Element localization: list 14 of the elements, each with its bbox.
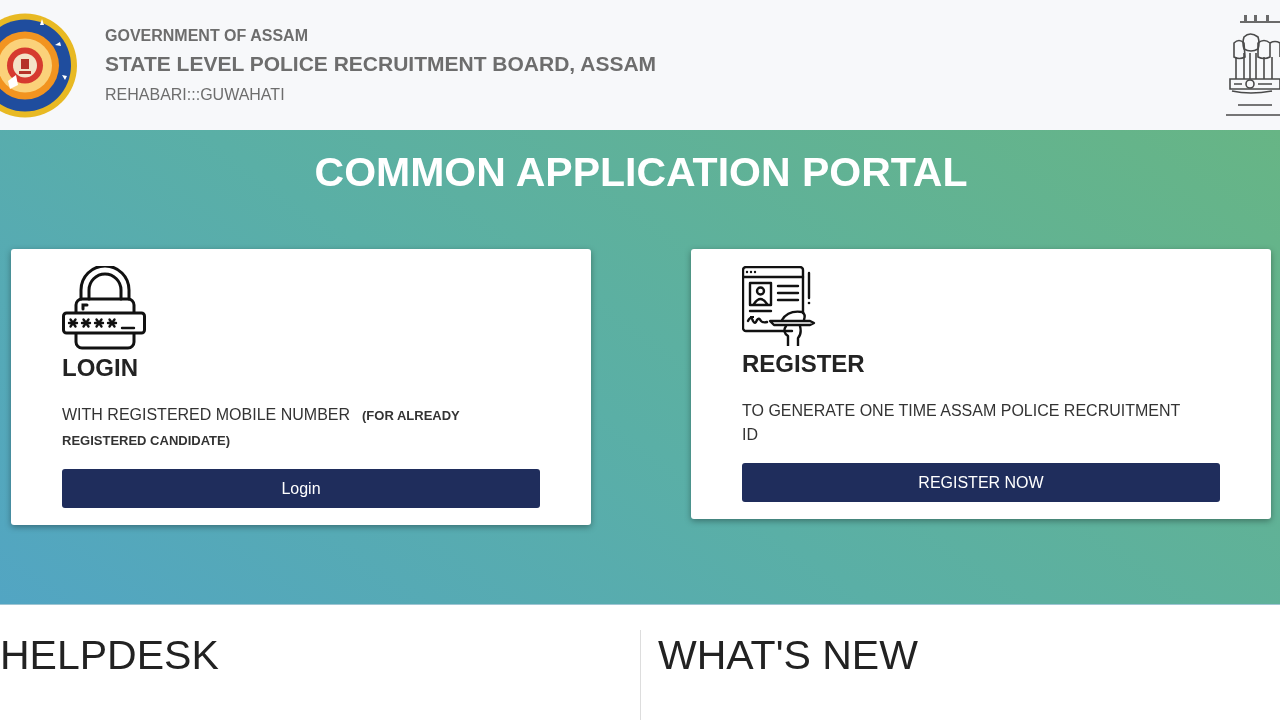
section-heading: WHAT'S NEW — [658, 631, 918, 680]
card-heading: REGISTER — [742, 350, 865, 378]
login-button[interactable]: Login — [62, 469, 540, 508]
section-heading: HELPDESK — [0, 631, 219, 680]
card-description: TO GENERATE ONE TIME ASSAM POLICE RECRUITMENT ID — [742, 401, 1181, 445]
government-label: GOVERNMENT OF ASSAM — [105, 25, 308, 46]
portal-title: COMMON APPLICATION PORTAL — [314, 148, 968, 196]
card-heading: LOGIN — [62, 354, 138, 382]
id-form-signing-icon — [742, 266, 818, 346]
card-description: WITH REGISTERED MOBILE NUMBER (FOR ALREADY REGISTERED CANDIDATE) — [62, 405, 461, 450]
register-button[interactable]: REGISTER NOW — [742, 463, 1220, 502]
padlock-password-icon — [62, 266, 146, 350]
location-label: REHABARI:::GUWAHATI — [105, 84, 285, 105]
board-title: STATE LEVEL POLICE RECRUITMENT BOARD, ASSAM — [105, 50, 657, 77]
